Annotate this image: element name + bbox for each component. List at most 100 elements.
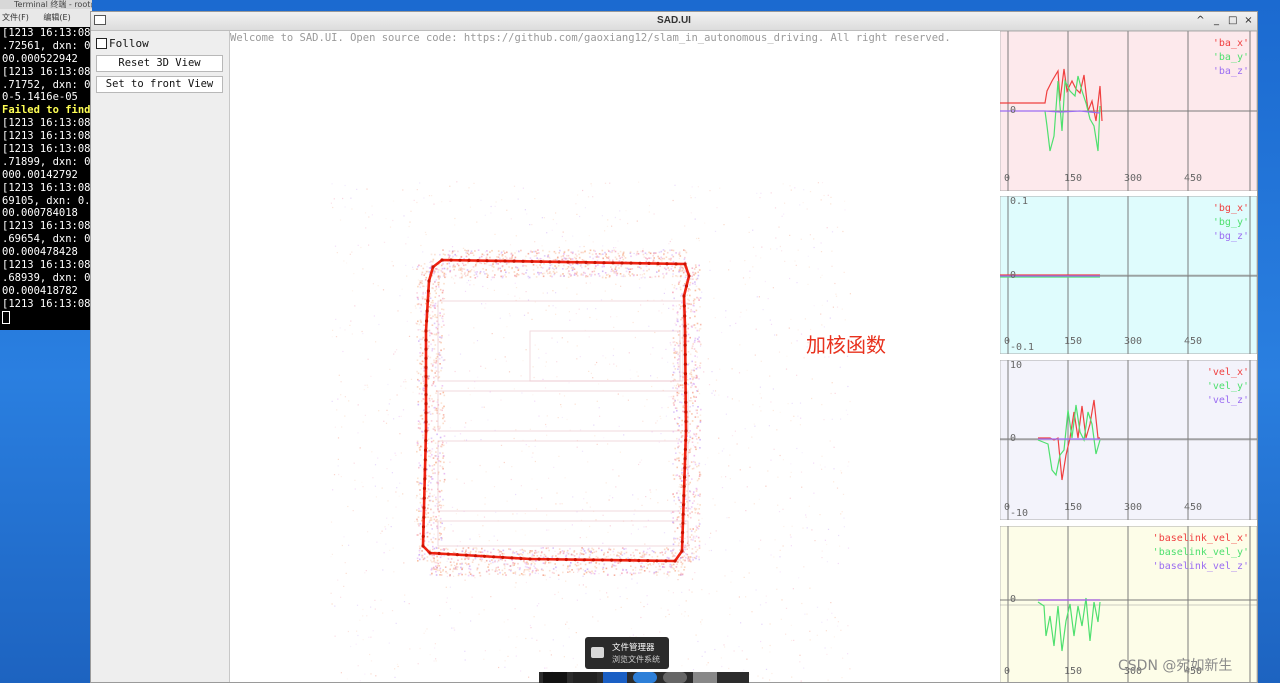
close-button[interactable]: × [1244,12,1253,30]
y-tick-label: 0.1 [1010,196,1029,207]
plot-ba[interactable]: 'ba_x' 'ba_y' 'ba_z' 0 150 300 450 0 [1000,31,1257,191]
follow-label: Follow [109,37,149,50]
shade-button[interactable]: ^ [1196,12,1205,30]
terminal-line: .71752, dxn: 0 [2,78,91,91]
building-outlines [437,300,689,547]
terminal-line: 00.000784018 [2,207,78,220]
x-tick-label: 300 [1124,336,1143,347]
x-tick-label: 0 [1004,666,1011,677]
terminal-line: [1213 16:13:08 [2,117,91,130]
menu-file[interactable]: 文件(F) [2,13,29,22]
taskbar-app-icon[interactable] [573,672,597,683]
terminal-output: [1213 16:13:08.72561, dxn: 0 00.00052294… [0,27,92,311]
x-tick-label: 150 [1064,502,1083,513]
x-tick-label: 150 [1064,173,1083,184]
taskbar-terminal-icon[interactable] [543,672,567,683]
terminal-line: 00.000418782 [2,284,78,297]
y-tick-label: 0 [1010,105,1017,116]
terminal-line: 00.000522942 [2,52,78,65]
set-front-view-button[interactable]: Set to front View [96,76,223,93]
annotation-text: 加核函数 [806,333,886,357]
y-tick-label: -0.1 [1010,342,1035,353]
welcome-text: Welcome to SAD.UI. Open source code: htt… [230,32,951,44]
legend-entry: 'baselink_vel_y' [1152,547,1249,558]
y-tick-label: 0 [1010,270,1017,281]
plot-bg[interactable]: 'bg_x''bg_y''bg_z' 0 150 300 450 0.1 0 -0.1 [1000,196,1257,354]
y-tick-label: 0 [1010,594,1017,605]
terminal-line: 69105, dxn: 0. [2,194,91,207]
terminal-line: .68939, dxn: 0 [2,271,91,284]
legend-entry: 'bg_x' [1212,203,1249,214]
legend-entry: 'ba_x' [1212,38,1249,49]
legend-entry: 'ba_z' [1212,66,1249,77]
terminal-line: .72561, dxn: 0 [2,39,91,52]
legend-entry: 'ba_y' [1212,52,1249,63]
x-tick-label: 150 [1064,666,1083,677]
taskbar-browser-icon[interactable] [633,672,657,683]
folder-icon [591,647,604,658]
legend-entry: 'vel_y' [1206,381,1249,392]
minimize-button[interactable]: _ [1212,12,1221,30]
terminal-line: 000.00142792 [2,168,78,181]
window-title: SAD.UI [657,15,691,26]
terminal-cursor [2,310,10,324]
terminal-title: Terminal 终端 - root@96ecb9e744e7: ~/works… [0,0,92,9]
3d-view-canvas[interactable]: Welcome to SAD.UI. Open source code: htt… [230,31,1000,682]
legend-entry: 'vel_z' [1206,395,1249,406]
taskbar [539,672,749,683]
plot-legend: 'ba_x' 'ba_y' 'ba_z' [1213,37,1249,79]
terminal-menubar: 文件(F) 编辑(E) [0,9,92,27]
follow-checkbox-row[interactable]: Follow [96,37,149,50]
menu-edit[interactable]: 编辑(E) [43,13,70,22]
y-tick-label: 0 [1010,433,1017,444]
watermark: CSDN @宛如新生 [1118,658,1233,674]
x-tick-label: 300 [1124,502,1143,513]
terminal-line: 00.000478428 [2,246,78,259]
y-tick-label: 10 [1010,360,1023,371]
terminal-line: [1213 16:13:08 [2,130,91,143]
terminal-line: [1213 16:13:08 [2,27,91,39]
maximize-button[interactable]: □ [1228,12,1237,30]
legend-entry: 'baselink_vel_z' [1152,561,1249,572]
legend-entry: 'bg_y' [1212,217,1249,228]
x-tick-label: 450 [1184,173,1203,184]
terminal-line: [1213 16:13:08 [2,297,91,310]
terminal-line: 0-5.1416e-05 [2,91,78,104]
x-tick-label: 150 [1064,336,1083,347]
x-tick-label: 450 [1184,336,1203,347]
reset-3d-view-button[interactable]: Reset 3D View [96,55,223,72]
x-tick-label: 0 [1004,173,1011,184]
terminal-line: Failed to find [2,104,91,117]
tooltip-subtitle: 浏览文件系统 [612,655,660,664]
x-tick-label: 300 [1124,173,1143,184]
follow-checkbox[interactable] [96,38,107,49]
terminal-line: .69654, dxn: 0 [2,233,91,246]
plot-legend: 'baselink_vel_x' 'baselink_vel_y' 'baselin… [1153,532,1249,574]
sad-ui-window: SAD.UI ^ _ □ × Follow Reset 3D View Set … [90,11,1258,683]
file-manager-tooltip: 文件管理器 浏览文件系统 [585,637,669,669]
terminal-line: [1213 16:13:08 [2,220,91,233]
control-panel: Follow Reset 3D View Set to front View [91,31,230,682]
y-tick-label: -10 [1010,508,1029,519]
terminal-line: [1213 16:13:08 [2,181,91,194]
terminal-line: [1213 16:13:08 [2,259,91,272]
terminal-line: .71899, dxn: 0 [2,155,91,168]
taskbar-settings-icon[interactable] [663,672,687,683]
window-controls: ^ _ □ × [1196,12,1253,30]
taskbar-files-icon[interactable] [603,672,627,683]
tooltip-title: 文件管理器 [612,643,655,653]
legend-entry: 'baselink_vel_x' [1152,533,1249,544]
terminal-line: [1213 16:13:08 [2,65,91,78]
terminal-window[interactable]: Terminal 终端 - root@96ecb9e744e7: ~/works… [0,0,92,330]
taskbar-window-icon[interactable] [693,672,717,683]
plots-panel: 'ba_x''ba_y''ba_z' 0 150 300 450 0 'bg_x''bg_… [1000,31,1257,682]
trajectory-path [421,258,691,563]
window-titlebar[interactable]: SAD.UI ^ _ □ × [91,12,1257,31]
plot-legend: 'vel_x' 'vel_y' 'vel_z' [1207,366,1249,408]
plot-vel[interactable]: 'vel_x''vel_y''vel_z' 0 150 300 450 10 0 -10 [1000,360,1257,520]
legend-entry: 'vel_x' [1206,367,1249,378]
terminal-line: [1213 16:13:08 [2,143,91,156]
plot-legend: 'bg_x' 'bg_y' 'bg_z' [1213,202,1249,244]
legend-entry: 'bg_z' [1212,231,1249,242]
trajectory-poses [421,258,691,563]
